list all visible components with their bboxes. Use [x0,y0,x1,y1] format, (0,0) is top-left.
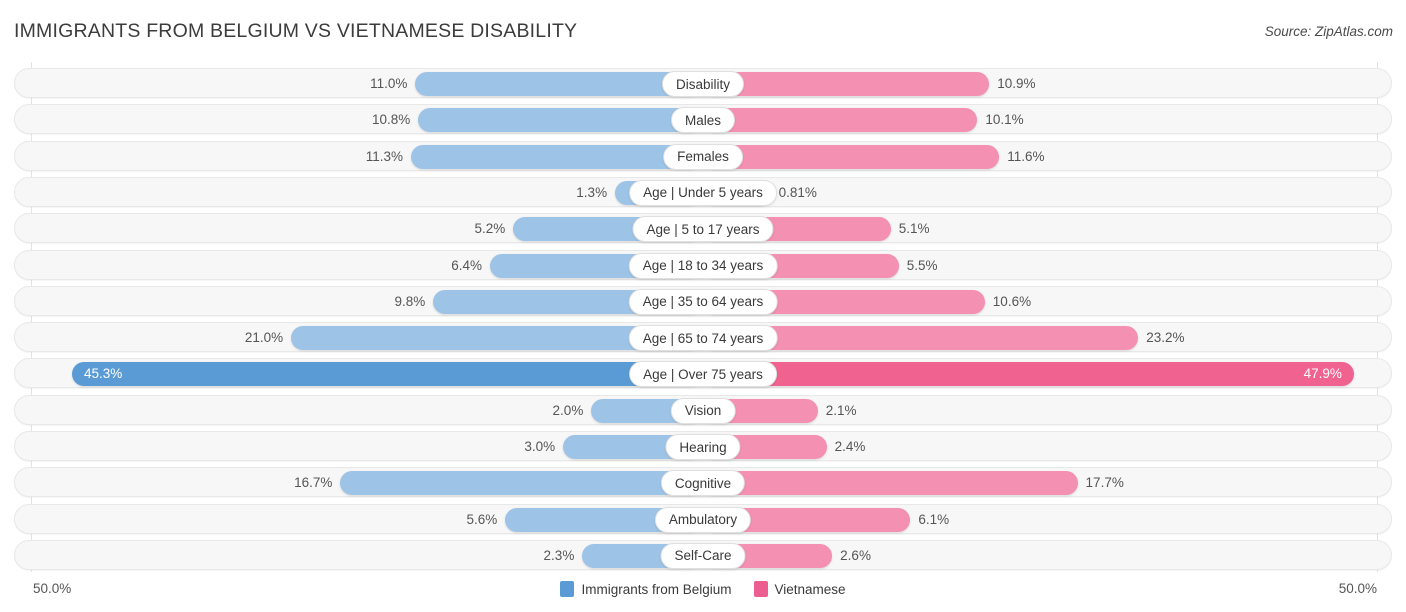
chart-row-inner: 16.7% 17.7% Cognitive [15,468,1391,497]
value-label-left: 2.3% [543,547,575,563]
value-label-right: 0.81% [778,184,817,200]
category-label-pill[interactable]: Females [663,143,743,170]
chart-row: 6.4% 5.5% Age | 18 to 34 years [14,249,1392,280]
chart-plot-area: 11.0% 10.9% Disability 10.8% 10.1% Males 11.3%… [0,62,1406,572]
page-title: IMMIGRANTS FROM BELGIUM VS VIETNAMESE DI… [14,20,578,42]
value-label-right: 2.1% [825,402,857,418]
chart-row: 5.6% 6.1% Ambulatory [14,503,1392,534]
chart-row-inner: 3.0% 2.4% Hearing [15,432,1391,460]
value-label-left: 6.4% [451,257,483,273]
legend-item[interactable]: Vietnamese [753,581,846,597]
value-label-left: 10.8% [371,112,411,128]
category-label-pill[interactable]: Cognitive [660,470,746,497]
value-label-right: 5.5% [906,257,938,273]
value-label-right: 17.7% [1085,475,1124,491]
value-label-left: 2.0% [552,402,584,418]
chart-row-inner: 11.3% 11.6% Females [15,142,1391,170]
value-label-right: 10.9% [997,76,1036,91]
chart-row-inner: 1.3% 0.81% Age | Under 5 years [15,178,1391,206]
category-label-pill[interactable]: Disability [661,71,745,97]
chart-row-inner: 2.0% 2.1% Vision [15,396,1391,424]
chart-row-inner: 2.3% 2.6% Self-Care [15,541,1391,569]
chart-row-inner: 45.3% 47.9% Age | Over 75 years [15,359,1391,388]
legend-item[interactable]: Immigrants from Belgium [560,581,732,597]
legend-label: Immigrants from Belgium [581,581,732,597]
value-label-right: 2.4% [834,439,866,454]
chart-row: 9.8% 10.6% Age | 35 to 64 years [14,285,1392,316]
category-label-pill[interactable]: Vision [670,397,736,424]
chart-row: 2.0% 2.1% Vision [14,394,1392,425]
chart-row: 16.7% 17.7% Cognitive [14,467,1392,498]
category-label-pill[interactable]: Ambulatory [654,506,752,533]
bar-immigrants-from-belgium[interactable] [340,471,703,496]
chart-footer: 50.0% 50.0% Immigrants from Belgium Vietn… [0,572,1406,612]
chart-row: 10.8% 10.1% Males [14,104,1392,135]
category-label-pill[interactable]: Males [670,107,736,134]
category-label-pill[interactable]: Age | 35 to 64 years [628,288,778,315]
value-label-right: 11.6% [1007,148,1045,164]
value-label-left: 45.3% [84,366,123,382]
chart-row-inner: 9.8% 10.6% Age | 35 to 64 years [15,287,1391,315]
chart-row-inner: 21.0% 23.2% Age | 65 to 74 years [15,323,1391,352]
value-label-right: 6.1% [918,511,950,527]
bar-vietnamese[interactable] [703,144,1000,169]
bar-immigrants-from-belgium[interactable] [418,108,703,133]
category-label-pill[interactable]: Hearing [665,434,741,460]
category-label-pill[interactable]: Age | Over 75 years [629,361,777,388]
value-label-right: 5.1% [898,221,930,237]
value-label-right: 2.6% [840,547,871,563]
bar-immigrants-from-belgium[interactable] [411,144,703,169]
category-label-pill[interactable]: Age | 65 to 74 years [628,325,778,352]
value-label-left: 5.6% [466,511,498,527]
bar-immigrants-from-belgium[interactable] [415,72,703,96]
legend-swatch-vietnamese [753,581,768,597]
chart-row: 21.0% 23.2% Age | 65 to 74 years [14,322,1392,353]
chart-row-inner: 5.6% 6.1% Ambulatory [15,505,1391,533]
bar-vietnamese[interactable] [703,471,1078,496]
chart-row: 11.0% 10.9% Disability [14,68,1392,98]
chart-row: 3.0% 2.4% Hearing [14,431,1392,461]
source-attribution: Source: ZipAtlas.com [1264,24,1393,39]
value-label-right: 47.9% [1303,366,1342,382]
chart-row-inner: 11.0% 10.9% Disability [15,69,1391,97]
chart-row: 2.3% 2.6% Self-Care [14,539,1392,570]
legend-swatch-belgium [560,581,575,597]
chart-row-inner: 10.8% 10.1% Males [15,105,1391,134]
chart-row-inner: 5.2% 5.1% Age | 5 to 17 years [15,214,1391,243]
value-label-left: 21.0% [244,330,284,346]
value-label-left: 16.7% [294,475,333,491]
chart-row: 1.3% 0.81% Age | Under 5 years [14,176,1392,207]
value-label-left: 9.8% [394,293,426,309]
chart-legend: Immigrants from Belgium Vietnamese [0,581,1406,597]
chart-row: 45.3% 47.9% Age | Over 75 years [14,358,1392,389]
bar-vietnamese[interactable] [703,362,1354,387]
value-label-right: 10.1% [985,112,1024,128]
category-label-pill[interactable]: Age | 18 to 34 years [628,252,778,279]
value-label-left: 5.2% [474,221,506,237]
value-label-right: 23.2% [1146,330,1185,346]
category-label-pill[interactable]: Age | Under 5 years [629,179,777,206]
chart-row: 11.3% 11.6% Females [14,140,1392,171]
value-label-left: 1.3% [576,184,608,200]
category-label-pill[interactable]: Self-Care [660,542,746,569]
value-label-left: 11.3% [365,148,404,164]
bar-vietnamese[interactable] [703,72,990,96]
chart-row: 5.2% 5.1% Age | 5 to 17 years [14,213,1392,244]
bar-immigrants-from-belgium[interactable] [72,362,703,387]
chart-row-inner: 6.4% 5.5% Age | 18 to 34 years [15,251,1391,279]
value-label-right: 10.6% [992,293,1032,309]
value-label-left: 3.0% [524,439,556,454]
category-label-pill[interactable]: Age | 5 to 17 years [632,216,774,243]
value-label-left: 11.0% [370,76,408,91]
bar-vietnamese[interactable] [703,108,978,133]
legend-label: Vietnamese [774,581,846,597]
chart-header: IMMIGRANTS FROM BELGIUM VS VIETNAMESE DI… [0,0,1406,56]
